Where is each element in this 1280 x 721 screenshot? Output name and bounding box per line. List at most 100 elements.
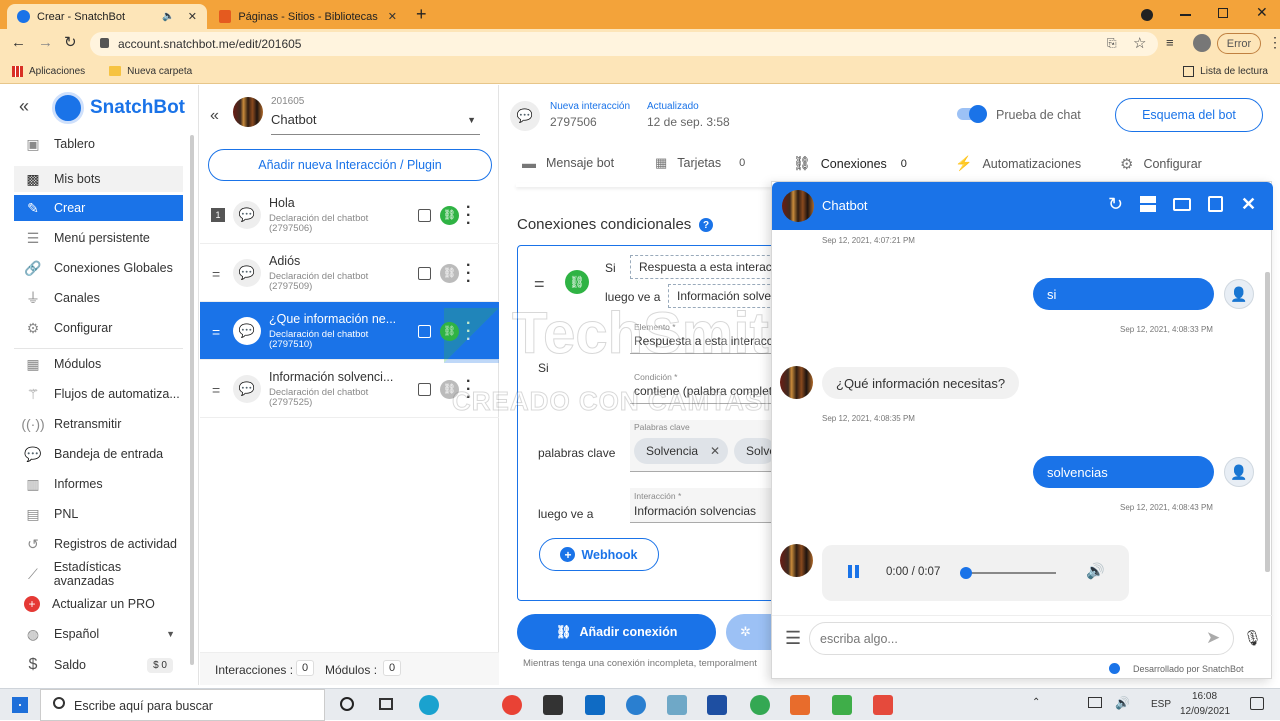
more-menu-icon[interactable]: ⋮	[1268, 34, 1280, 51]
more-options-icon[interactable]: · · ·	[466, 316, 471, 348]
close-tab-icon[interactable]: ✕	[188, 10, 197, 23]
interaction-checkbox[interactable]	[418, 325, 431, 338]
sidebar-item-tablero[interactable]: ▣ Tablero	[14, 131, 183, 157]
bookmark-apps[interactable]: Aplicaciones	[12, 65, 85, 77]
bot-select[interactable]: Chatbot ▼	[271, 109, 480, 135]
new-tab-button[interactable]: +	[416, 4, 427, 25]
clock-date[interactable]: 12/09/2021	[1180, 706, 1230, 717]
sidebar-item-canales[interactable]: ⏚ Canales	[14, 285, 183, 311]
volume-icon[interactable]: 🔊	[1086, 562, 1105, 580]
edge-icon[interactable]	[419, 695, 439, 715]
close-window-icon[interactable]: ✕	[1256, 4, 1268, 21]
sidebar-item-mis-bots[interactable]: ▩ Mis bots	[14, 166, 183, 192]
back-icon[interactable]: ←	[11, 34, 26, 51]
widgets-icon[interactable]	[1140, 196, 1156, 212]
app-icon[interactable]	[790, 695, 810, 715]
minimize-icon[interactable]	[1180, 14, 1191, 16]
app-icon[interactable]	[667, 695, 687, 715]
drag-handle-icon[interactable]: =	[212, 266, 220, 282]
audio-progress-track[interactable]	[959, 567, 1056, 579]
media-control-icon[interactable]: ≡	[1166, 35, 1174, 50]
link-icon[interactable]: ⛓	[440, 322, 459, 341]
tab-search-icon[interactable]	[1141, 9, 1153, 21]
sidebar-item-conexiones-globales[interactable]: 🔗 Conexiones Globales	[14, 255, 183, 281]
link-icon[interactable]: ⛓	[440, 264, 459, 283]
close-chat-icon[interactable]: ✕	[1241, 194, 1256, 215]
sidebar-item-modulos[interactable]: ▦ Módulos	[14, 351, 183, 377]
mail-icon[interactable]	[585, 695, 605, 715]
add-connection-button[interactable]: ⛓ Añadir conexión	[517, 614, 716, 650]
chat-test-toggle[interactable]	[957, 105, 987, 123]
bot-scheme-button[interactable]: Esquema del bot	[1115, 98, 1263, 132]
sidebar-item-crear[interactable]: ✎ Crear	[14, 195, 183, 221]
chat-message-input[interactable]: escriba algo... ➤	[809, 622, 1234, 655]
interaction-item[interactable]: = 💬 Adiós Declaración del chatbot (279750…	[200, 244, 499, 302]
chat-menu-icon[interactable]: ☰	[785, 628, 801, 649]
sidebar-item-estadisticas[interactable]: ⟋ Estadísticas avanzadas	[14, 560, 183, 588]
bookmark-folder[interactable]: Nueva carpeta	[109, 66, 192, 77]
taskbar-search[interactable]: Escribe aquí para buscar	[40, 689, 325, 721]
notifications-icon[interactable]	[1250, 697, 1264, 710]
interaction-field[interactable]: Interacción * Información solvencias	[630, 488, 780, 523]
collapse-panel-icon[interactable]: «	[210, 107, 219, 125]
keywords-field[interactable]: Palabras clave Solvencia ✕ Solve	[630, 420, 780, 472]
bookmark-star-icon[interactable]: ☆	[1133, 34, 1146, 52]
translate-icon[interactable]: ⎘	[1107, 36, 1117, 51]
audio-progress-knob[interactable]	[959, 567, 972, 579]
keyword-chip[interactable]: Solvencia ✕	[634, 438, 729, 464]
layout-icon[interactable]	[1208, 196, 1223, 212]
tab-configurar[interactable]: ⚙ Configurar	[1120, 155, 1202, 173]
close-tab-icon[interactable]: ✕	[388, 10, 397, 23]
interaction-item[interactable]: 1 💬 Hola Declaración del chatbot (2797506…	[200, 186, 499, 244]
keyboard-icon[interactable]	[1173, 198, 1191, 211]
forward-icon[interactable]: →	[38, 34, 53, 51]
tab-automatizaciones[interactable]: ⚡ Automatizaciones	[955, 155, 1081, 172]
sidebar-item-menu-persistente[interactable]: ☰ Menú persistente	[14, 225, 183, 251]
sidebar-item-flujos[interactable]: ⚚ Flujos de automatiza...	[14, 381, 183, 407]
more-options-icon[interactable]: · · ·	[466, 374, 471, 406]
refresh-icon[interactable]: ↻	[1108, 194, 1123, 215]
drag-handle-icon[interactable]: =	[212, 324, 220, 340]
camtasia-icon[interactable]	[832, 695, 852, 715]
webhook-button[interactable]: + Webhook	[539, 538, 659, 571]
system-tray-chevron-icon[interactable]: ⌃	[1032, 697, 1040, 708]
interaction-checkbox[interactable]	[418, 267, 431, 280]
sidebar-item-bandeja[interactable]: 💬 Bandeja de entrada	[14, 441, 183, 467]
chat-scrollbar[interactable]	[1265, 272, 1270, 572]
chrome-icon[interactable]	[502, 695, 522, 715]
task-view-icon[interactable]	[379, 698, 393, 710]
network-icon[interactable]	[1088, 697, 1102, 708]
reading-list[interactable]: Lista de lectura	[1183, 65, 1268, 77]
cortana-icon[interactable]	[340, 697, 354, 711]
reload-icon[interactable]: ↻	[64, 33, 77, 51]
address-bar[interactable]: account.snatchbot.me/edit/201605 ⎘ ☆	[90, 32, 1158, 56]
send-icon[interactable]: ➤	[1206, 628, 1220, 648]
drag-handle-icon[interactable]: =	[534, 274, 545, 295]
volume-tray-icon[interactable]: 🔊	[1115, 696, 1130, 710]
more-options-icon[interactable]: · · ·	[466, 258, 471, 290]
link-icon[interactable]: ⛓	[440, 206, 459, 225]
sidebar-item-registros[interactable]: ↺ Registros de actividad	[14, 531, 183, 557]
windows-start-icon[interactable]	[12, 697, 28, 713]
pause-icon[interactable]	[848, 565, 859, 578]
add-interaction-button[interactable]: Añadir nueva Interacción / Plugin	[208, 149, 492, 181]
interaction-checkbox[interactable]	[418, 209, 431, 222]
maximize-icon[interactable]	[1218, 8, 1228, 18]
clock-time[interactable]: 16:08	[1192, 691, 1217, 702]
element-field[interactable]: Respuesta a esta interacció	[634, 334, 774, 348]
browser-tab[interactable]: Páginas - Sitios - Bibliotecas digit ✕	[209, 4, 407, 29]
word-icon[interactable]	[707, 695, 727, 715]
sidebar-item-pnl[interactable]: ▤ PNL	[14, 501, 183, 527]
app-icon[interactable]	[626, 695, 646, 715]
browser-tab-active[interactable]: Crear - SnatchBot 🔈 ✕	[7, 4, 207, 29]
condition-field[interactable]: contiene (palabra complete	[634, 384, 774, 398]
error-button[interactable]: Error	[1217, 33, 1261, 54]
sidebar-item-informes[interactable]: ▥ Informes	[14, 471, 183, 497]
sidebar-item-idioma[interactable]: ◍ Español ▼	[14, 621, 183, 647]
interaction-checkbox[interactable]	[418, 383, 431, 396]
link-icon[interactable]: ⛓	[440, 380, 459, 399]
tab-mensaje-bot[interactable]: ▬ Mensaje bot	[522, 155, 614, 171]
bot-avatar[interactable]	[233, 97, 263, 127]
profile-avatar[interactable]	[1193, 34, 1211, 52]
input-language[interactable]: ESP	[1151, 699, 1171, 710]
